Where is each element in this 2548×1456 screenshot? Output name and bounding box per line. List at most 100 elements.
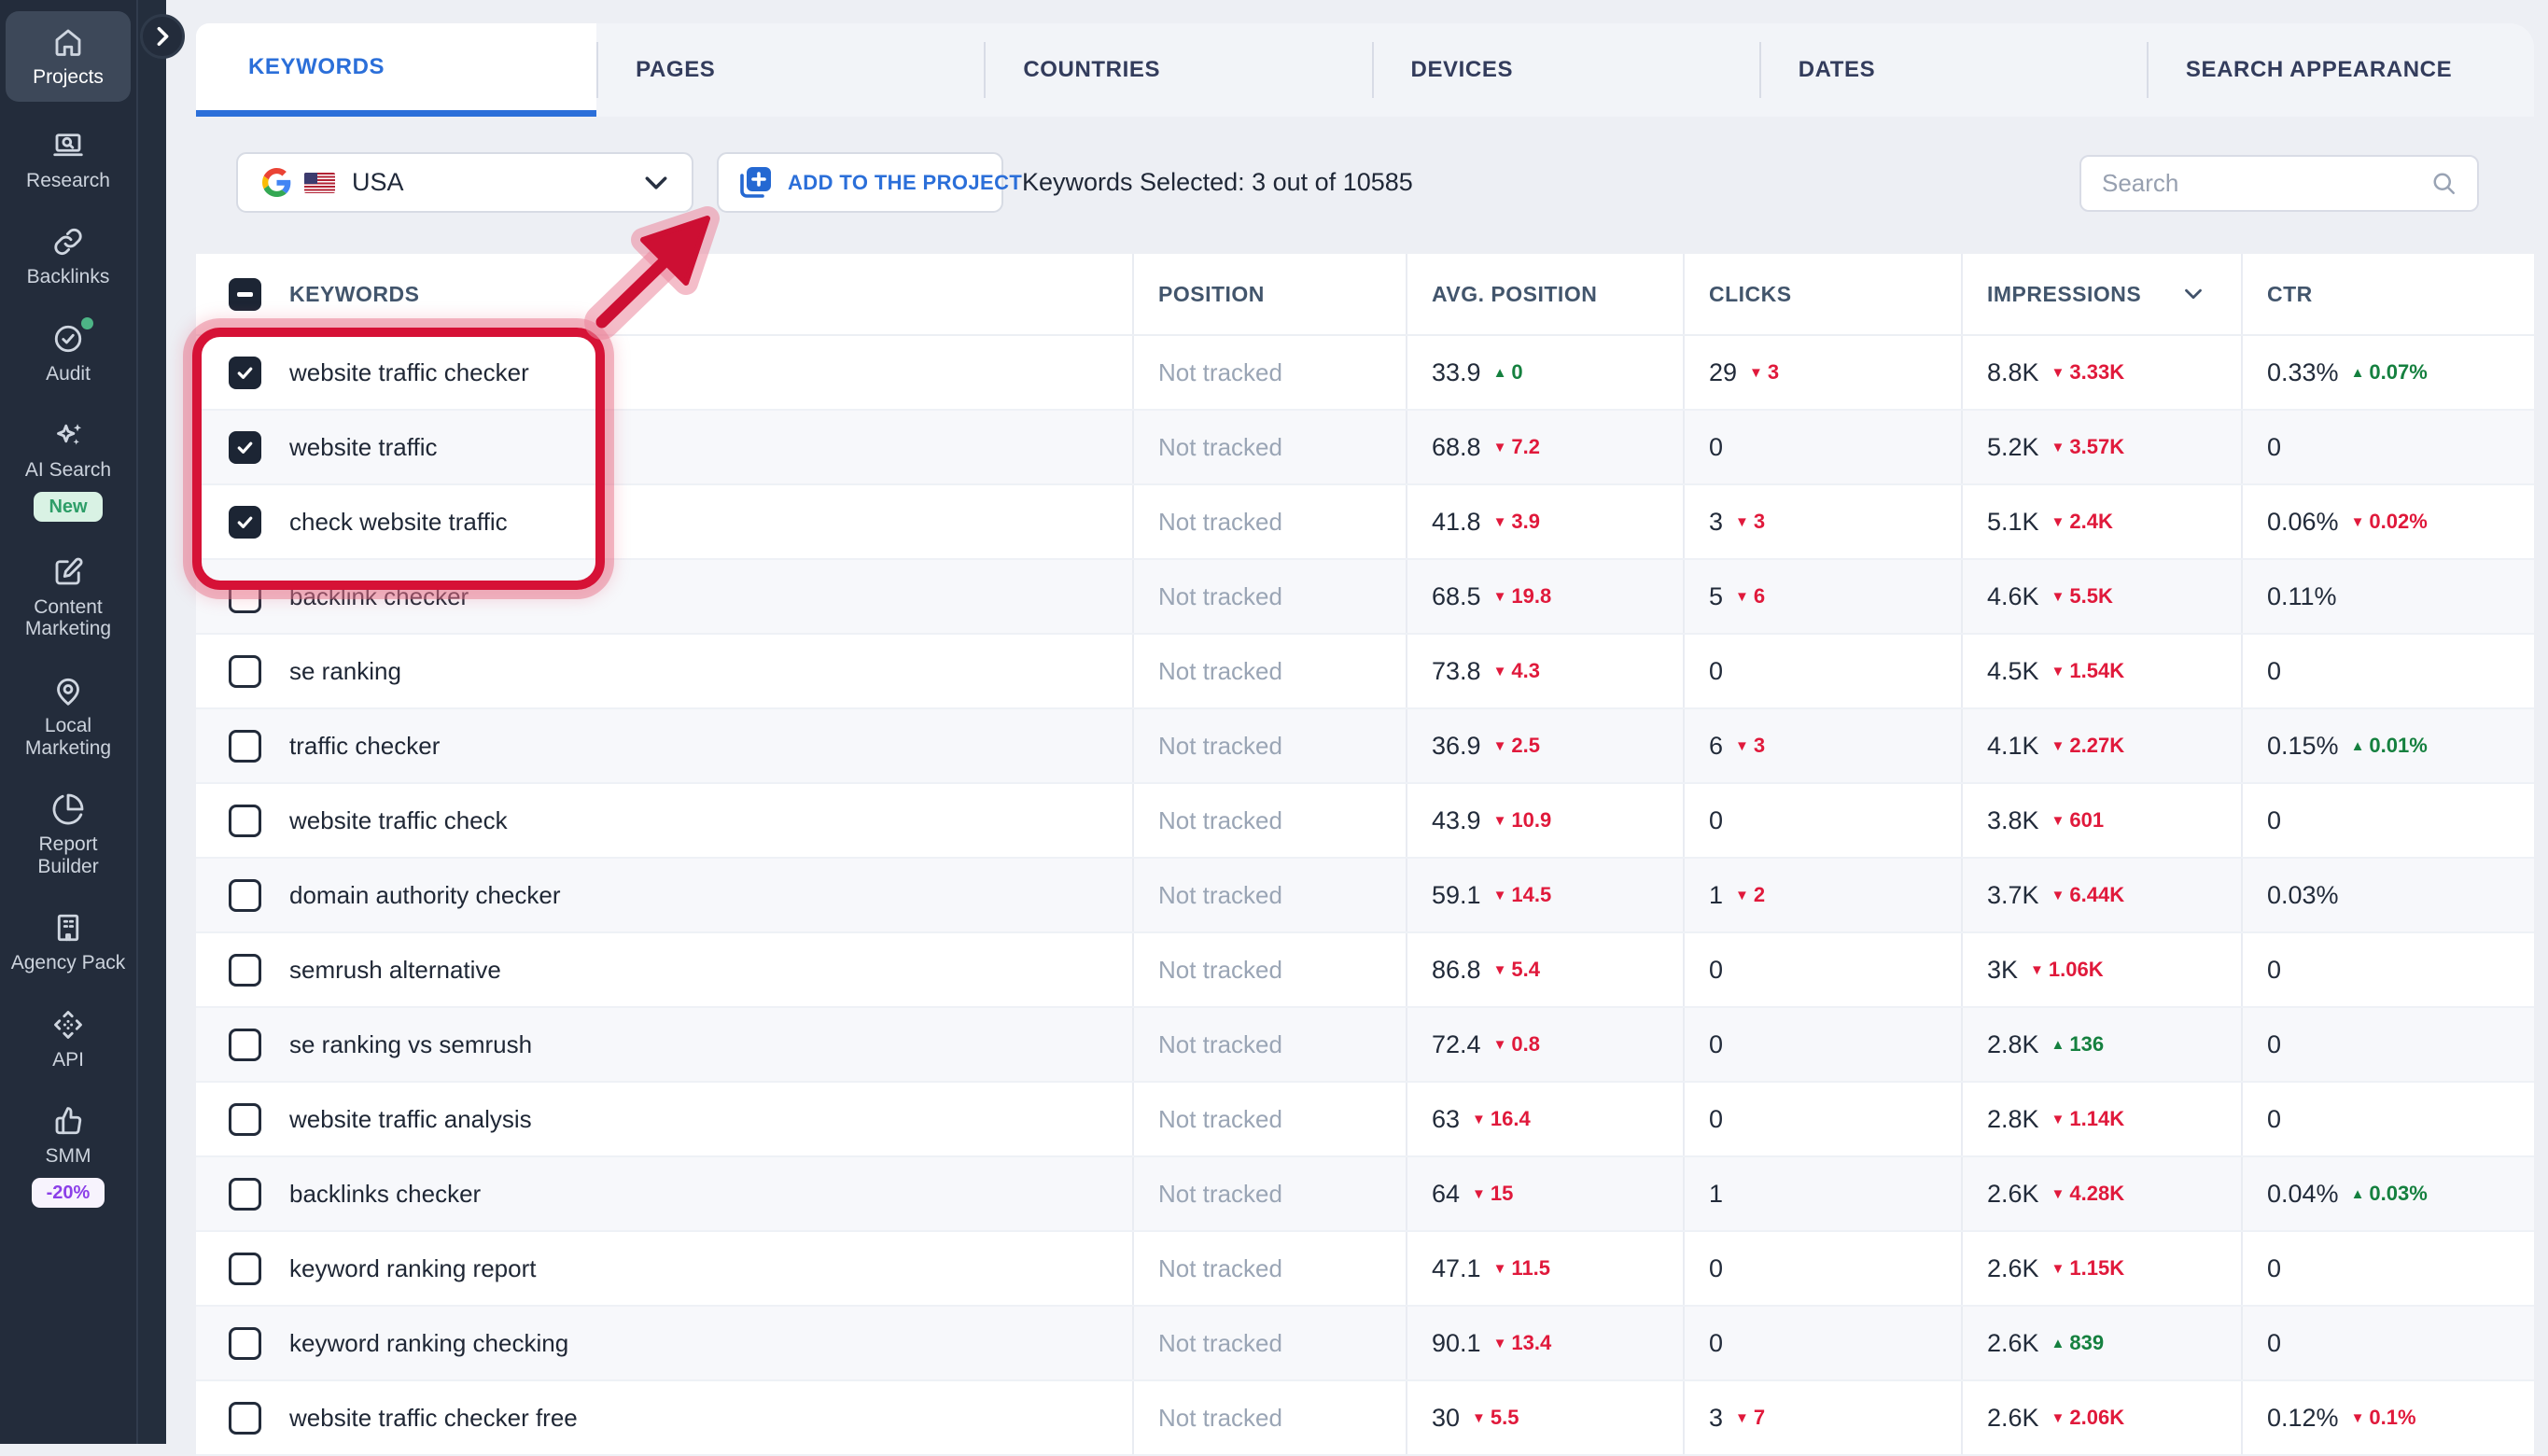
triangle-up-icon: ▲ [2051, 1336, 2065, 1351]
sidebar-item-local-marketing[interactable]: Local Marketing [6, 664, 131, 768]
metric-value: 2.6K [1987, 1254, 2039, 1283]
impressions-cell: 2.8K ▼1.14K [1961, 1083, 2241, 1155]
clicks-cell: 0 [1683, 1307, 1961, 1379]
avg-position-cell: 72.4 ▼0.8 [1406, 1008, 1683, 1081]
metric-change: ▼0.8 [1493, 1032, 1540, 1057]
impressions-cell: 3.8K ▼601 [1961, 784, 2241, 857]
ctr-cell: 0.04% ▲0.03% [2241, 1157, 2534, 1230]
row-checkbox[interactable] [229, 655, 261, 688]
clicks-cell: 6 ▼3 [1683, 709, 1961, 782]
keyword-cell: keyword ranking checking [196, 1307, 1132, 1379]
row-checkbox[interactable] [229, 1178, 261, 1211]
sidebar-item-label: Report Builder [7, 833, 130, 877]
toolbar: USA ADD TO THE PROJECT Keywords Selected… [0, 0, 2548, 280]
triangle-down-icon: ▼ [1472, 1112, 1486, 1127]
triangle-down-icon: ▼ [1493, 589, 1507, 605]
metric-value: 0 [2267, 1329, 2281, 1358]
row-checkbox[interactable] [229, 357, 261, 389]
triangle-down-icon: ▼ [1493, 1037, 1507, 1053]
avg-position-cell: 68.5 ▼19.8 [1406, 560, 1683, 633]
triangle-down-icon: ▼ [1493, 888, 1507, 903]
row-checkbox[interactable] [229, 1029, 261, 1061]
sidebar-expand-button[interactable] [140, 14, 185, 59]
check-icon [234, 437, 256, 458]
metric-change: ▲136 [2051, 1032, 2105, 1057]
metric-value: 0 [2267, 1254, 2281, 1283]
row-checkbox[interactable] [229, 1327, 261, 1360]
keyword-text: keyword ranking checking [289, 1329, 568, 1358]
triangle-down-icon: ▼ [2051, 440, 2065, 455]
row-checkbox[interactable] [229, 954, 261, 987]
metric-change: ▼2.5 [1493, 734, 1540, 758]
position-cell: Not tracked [1132, 933, 1406, 1006]
row-checkbox[interactable] [229, 879, 261, 912]
position-cell: Not tracked [1132, 1083, 1406, 1155]
row-checkbox[interactable] [229, 581, 261, 613]
metric-value: 30 [1432, 1404, 1460, 1433]
row-checkbox[interactable] [229, 805, 261, 837]
keyword-cell: backlink checker [196, 560, 1132, 633]
metric-value: 0.11% [2267, 582, 2337, 611]
clicks-cell: 29 ▼3 [1683, 336, 1961, 409]
keyword-cell: website traffic checker [196, 336, 1132, 409]
add-to-project-button[interactable]: ADD TO THE PROJECT [717, 152, 1003, 213]
search-input[interactable] [2100, 168, 2430, 199]
impressions-cell: 3.7K ▼6.44K [1961, 859, 2241, 931]
keyword-text: website traffic checker [289, 358, 529, 387]
sidebar-item-report-builder[interactable]: Report Builder [6, 782, 131, 887]
row-checkbox[interactable] [229, 1402, 261, 1435]
triangle-up-icon: ▲ [2351, 1186, 2365, 1202]
row-checkbox[interactable] [229, 506, 261, 539]
row-checkbox[interactable] [229, 1253, 261, 1285]
metric-value: 8.8K [1987, 358, 2039, 387]
metric-value: 0.12% [2267, 1404, 2339, 1433]
triangle-down-icon: ▼ [1472, 1410, 1486, 1426]
metric-value: 0.15% [2267, 732, 2339, 761]
triangle-down-icon: ▼ [1735, 589, 1749, 605]
sidebar-item-agency-pack[interactable]: Agency Pack [6, 901, 131, 984]
report-builder-icon [50, 791, 86, 827]
sidebar-badge: New [34, 492, 102, 522]
sidebar-item-label: Local Marketing [7, 715, 130, 759]
position-cell: Not tracked [1132, 1307, 1406, 1379]
metric-value: 4.5K [1987, 657, 2039, 686]
sort-chevron-down-icon[interactable] [2184, 288, 2203, 300]
sidebar-item-projects[interactable]: Projects [6, 11, 131, 102]
sidebar-item-backlinks[interactable]: Backlinks [6, 215, 131, 298]
row-checkbox[interactable] [229, 730, 261, 763]
select-all-checkbox[interactable] [229, 278, 261, 311]
metric-value: 64 [1432, 1180, 1460, 1209]
column-header-label: CTR [2267, 282, 2313, 307]
position-cell: Not tracked [1132, 1008, 1406, 1081]
search-engine-select[interactable]: USA [236, 152, 693, 213]
sidebar-item-research[interactable]: Research [6, 119, 131, 202]
avg-position-cell: 59.1 ▼14.5 [1406, 859, 1683, 931]
sidebar-item-ai-search[interactable]: AI Search New [6, 408, 131, 531]
keyword-text: website traffic check [289, 806, 508, 835]
row-checkbox[interactable] [229, 431, 261, 464]
sidebar-item-content-marketing[interactable]: Content Marketing [6, 545, 131, 650]
sidebar-item-smm[interactable]: SMM -20% [6, 1094, 131, 1217]
metric-change: ▼13.4 [1493, 1331, 1552, 1355]
clicks-cell: 0 [1683, 1232, 1961, 1305]
metric-value: 5.1K [1987, 508, 2039, 537]
metric-change: ▲0.03% [2351, 1182, 2428, 1206]
triangle-down-icon: ▼ [2051, 664, 2065, 679]
position-cell: Not tracked [1132, 784, 1406, 857]
triangle-down-icon: ▼ [2051, 738, 2065, 754]
metric-change: ▼4.28K [2051, 1182, 2125, 1206]
impressions-cell: 2.6K ▼1.15K [1961, 1232, 2241, 1305]
ctr-cell: 0 [2241, 1083, 2534, 1155]
metric-change: ▼3.9 [1493, 510, 1540, 534]
row-checkbox[interactable] [229, 1103, 261, 1136]
sidebar-item-api[interactable]: API [6, 998, 131, 1081]
sidebar-item-label: SMM [7, 1145, 130, 1168]
triangle-down-icon: ▼ [1735, 738, 1749, 754]
metric-value: 90.1 [1432, 1329, 1481, 1358]
metric-change: ▼3 [1735, 734, 1765, 758]
search-icon[interactable] [2430, 170, 2458, 198]
position-cell: Not tracked [1132, 336, 1406, 409]
sidebar-item-audit[interactable]: Audit [6, 312, 131, 395]
metric-value: 0 [2267, 956, 2281, 985]
impressions-cell: 2.8K ▲136 [1961, 1008, 2241, 1081]
